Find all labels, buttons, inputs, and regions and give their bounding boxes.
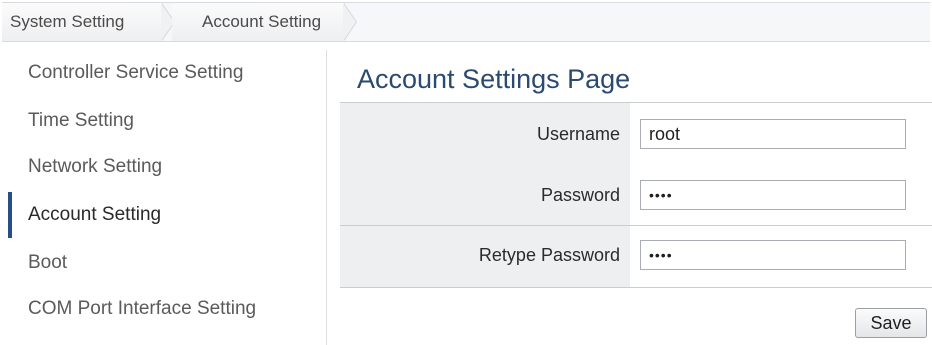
password-label: Password [540, 185, 620, 205]
form-row-username: Username [340, 102, 932, 164]
username-value-cell [630, 103, 932, 164]
sidebar-item-account-setting[interactable]: Account Setting [8, 192, 326, 238]
retype-password-label-cell: Retype Password [340, 226, 630, 287]
breadcrumb: System Setting Account Setting [2, 2, 930, 42]
password-label-cell: Password [340, 164, 630, 225]
username-label: Username [536, 124, 620, 144]
sidebar-item-time-setting[interactable]: Time Setting [8, 98, 326, 144]
sidebar-item-label: COM Port Interface Setting [28, 298, 257, 319]
app-frame: System Setting Account Setting Controlle… [0, 0, 932, 345]
account-form: Username Password Retype Password [340, 102, 932, 288]
breadcrumb-separator-fill [343, 3, 356, 41]
save-button[interactable]: Save [855, 308, 927, 338]
sidebar-item-label: Controller Service Setting [28, 62, 244, 83]
sidebar-item-com-port-interface-setting[interactable]: COM Port Interface Setting [8, 286, 326, 332]
retype-password-label: Retype Password [478, 245, 620, 265]
form-row-password: Password [340, 164, 932, 226]
retype-password-value-cell [630, 226, 932, 287]
breadcrumb-item-system-setting[interactable]: System Setting [2, 3, 162, 41]
sidebar-item-label: Account Setting [28, 204, 162, 225]
password-value-cell [630, 164, 932, 225]
breadcrumb-item-label: System Setting [10, 12, 125, 31]
sidebar-item-label: Time Setting [28, 110, 134, 131]
active-indicator [8, 192, 12, 238]
sidebar-item-label: Network Setting [28, 156, 163, 177]
sidebar: Controller Service Setting Time Setting … [8, 50, 327, 345]
username-field[interactable] [640, 119, 906, 149]
form-row-retype-password: Retype Password [340, 226, 932, 288]
sidebar-item-controller-service-setting[interactable]: Controller Service Setting [8, 50, 326, 96]
breadcrumb-item-label: Account Setting [202, 12, 322, 31]
sidebar-item-network-setting[interactable]: Network Setting [8, 144, 326, 190]
sidebar-item-boot[interactable]: Boot [8, 240, 326, 286]
page-title: Account Settings Page [357, 64, 631, 94]
password-field[interactable] [640, 180, 906, 210]
breadcrumb-item-account-setting[interactable]: Account Setting [172, 3, 344, 41]
retype-password-field[interactable] [640, 240, 906, 270]
username-label-cell: Username [340, 103, 630, 164]
sidebar-item-label: Boot [28, 252, 68, 273]
